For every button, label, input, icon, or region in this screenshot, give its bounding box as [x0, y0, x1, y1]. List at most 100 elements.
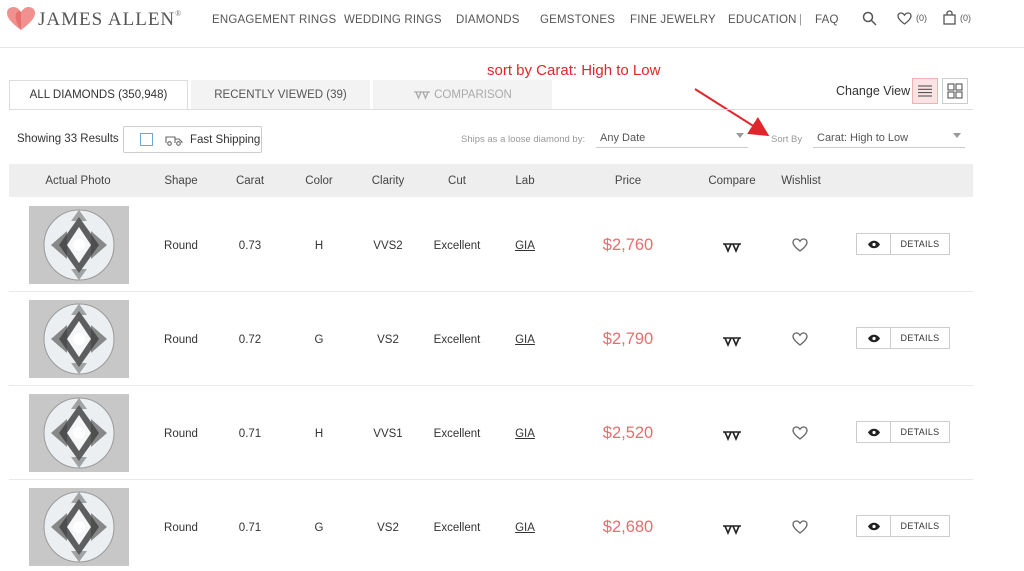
tabs-divider — [9, 109, 973, 110]
nav-wedding-rings[interactable]: WEDDING RINGS — [344, 14, 442, 26]
ships-date-value: Any Date — [600, 132, 646, 144]
cell-cut: Excellent — [433, 428, 481, 440]
ships-date-select[interactable]: Any Date — [596, 128, 748, 148]
quick-view-button[interactable] — [856, 327, 891, 349]
tab-recently-viewed[interactable]: RECENTLY VIEWED (39) — [191, 80, 370, 110]
wishlist-heart-icon[interactable] — [792, 520, 808, 539]
nav-engagement-rings[interactable]: ENGAGEMENT RINGS — [212, 14, 336, 26]
search-icon[interactable] — [862, 11, 877, 26]
nav-education[interactable]: EDUCATION — [728, 14, 797, 26]
cell-lab[interactable]: GIA — [515, 240, 535, 252]
col-shape[interactable]: Shape — [164, 175, 197, 187]
grid-view-button[interactable] — [942, 78, 968, 104]
col-actual-photo: Actual Photo — [45, 175, 111, 187]
fast-shipping-label: Fast Shipping — [190, 133, 261, 146]
nav-faq[interactable]: FAQ — [815, 14, 839, 26]
cell-carat: 0.72 — [238, 334, 262, 346]
col-compare: Compare — [708, 175, 756, 187]
cell-carat: 0.71 — [238, 522, 262, 534]
sort-by-select[interactable]: Carat: High to Low — [813, 128, 965, 148]
ships-by-label: Ships as a loose diamond by: — [461, 134, 586, 145]
col-cut[interactable]: Cut — [448, 175, 466, 187]
table-row[interactable]: Round 0.73 H VVS2 Excellent GIA $2,760 DETAILS — [9, 198, 973, 292]
cell-clarity: VVS2 — [373, 240, 403, 252]
list-icon — [918, 85, 932, 97]
cell-lab[interactable]: GIA — [515, 522, 535, 534]
tab-recently-viewed-label: RECENTLY VIEWED (39) — [214, 89, 347, 101]
quick-view-button[interactable] — [856, 233, 891, 255]
sort-annotation: sort by Carat: High to Low — [487, 62, 661, 79]
cell-shape: Round — [164, 334, 198, 346]
eye-icon — [867, 428, 880, 436]
table-header: Actual Photo Shape Carat Color Clarity C… — [9, 164, 973, 197]
cell-clarity: VS2 — [377, 522, 399, 534]
wishlist-heart-icon[interactable] — [792, 238, 808, 257]
change-view-label: Change View — [836, 84, 911, 98]
quick-view-button[interactable] — [856, 515, 891, 537]
cell-cut: Excellent — [433, 240, 481, 252]
compare-icon[interactable] — [722, 428, 742, 446]
details-button[interactable]: DETAILS — [890, 233, 950, 255]
table-row[interactable]: Round 0.71 H VVS1 Excellent GIA $2,520 DETAILS — [9, 386, 973, 480]
cell-shape: Round — [164, 522, 198, 534]
chevron-down-icon — [736, 133, 744, 138]
diamond-icon — [43, 209, 115, 281]
table-row[interactable]: Round 0.72 G VS2 Excellent GIA $2,790 DETAILS — [9, 292, 973, 386]
diamond-photo[interactable] — [29, 300, 129, 378]
wishlist-heart-icon[interactable] — [792, 332, 808, 351]
sort-by-value: Carat: High to Low — [817, 132, 909, 144]
nav-gemstones[interactable]: GEMSTONES — [540, 14, 615, 26]
nav-diamonds[interactable]: DIAMONDS — [456, 14, 520, 26]
fast-shipping-checkbox[interactable] — [140, 133, 153, 146]
col-lab[interactable]: Lab — [515, 175, 534, 187]
diamond-icon — [43, 397, 115, 469]
diamond-photo[interactable] — [29, 488, 129, 566]
compare-icon[interactable] — [722, 240, 742, 258]
diamond-icon — [43, 491, 115, 563]
cell-cut: Excellent — [433, 334, 481, 346]
cell-price: $2,790 — [602, 330, 654, 348]
list-view-button[interactable] — [912, 78, 938, 104]
col-wishlist: Wishlist — [781, 175, 821, 187]
wishlist-heart-icon[interactable] — [897, 12, 912, 25]
tab-all-diamonds[interactable]: ALL DIAMONDS (350,948) — [9, 80, 188, 110]
cell-price: $2,760 — [602, 236, 654, 254]
results-count: Showing 33 Results — [17, 133, 119, 145]
table-row[interactable]: Round 0.71 G VS2 Excellent GIA $2,680 DETAILS — [9, 480, 973, 571]
eye-icon — [867, 240, 880, 248]
quick-view-button[interactable] — [856, 421, 891, 443]
heart-logo-icon — [7, 7, 35, 30]
nav-fine-jewelry[interactable]: FINE JEWELRY — [630, 14, 716, 26]
details-button[interactable]: DETAILS — [890, 421, 950, 443]
truck-icon — [165, 135, 183, 146]
col-carat[interactable]: Carat — [236, 175, 264, 187]
compare-icon[interactable] — [722, 334, 742, 352]
col-price[interactable]: Price — [615, 175, 641, 187]
cell-lab[interactable]: GIA — [515, 428, 535, 440]
tab-comparison[interactable]: COMPARISON — [373, 80, 552, 110]
sort-by-label: Sort By — [771, 134, 803, 145]
compare-icon[interactable] — [722, 522, 742, 540]
diamond-photo[interactable] — [29, 394, 129, 472]
cell-cut: Excellent — [433, 522, 481, 534]
cart-count: (0) — [960, 13, 971, 23]
eye-icon — [867, 522, 880, 530]
details-button[interactable]: DETAILS — [890, 515, 950, 537]
col-color[interactable]: Color — [305, 175, 332, 187]
cell-clarity: VS2 — [377, 334, 399, 346]
cell-color: H — [314, 428, 324, 440]
wishlist-heart-icon[interactable] — [792, 426, 808, 445]
cell-price: $2,680 — [602, 518, 654, 536]
tab-all-diamonds-label: ALL DIAMONDS (350,948) — [29, 89, 168, 101]
logo[interactable]: JAMES ALLEN® — [6, 6, 182, 32]
diamond-photo[interactable] — [29, 206, 129, 284]
cell-clarity: VVS1 — [373, 428, 403, 440]
col-clarity[interactable]: Clarity — [372, 175, 405, 187]
bag-icon[interactable] — [943, 10, 956, 25]
site-header: JAMES ALLEN® ENGAGEMENT RINGS WEDDING RI… — [0, 0, 1024, 48]
wishlist-count: (0) — [916, 13, 927, 23]
cell-lab[interactable]: GIA — [515, 334, 535, 346]
details-button[interactable]: DETAILS — [890, 327, 950, 349]
fast-shipping-toggle[interactable]: Fast Shipping — [123, 126, 262, 153]
chevron-down-icon — [953, 133, 961, 138]
